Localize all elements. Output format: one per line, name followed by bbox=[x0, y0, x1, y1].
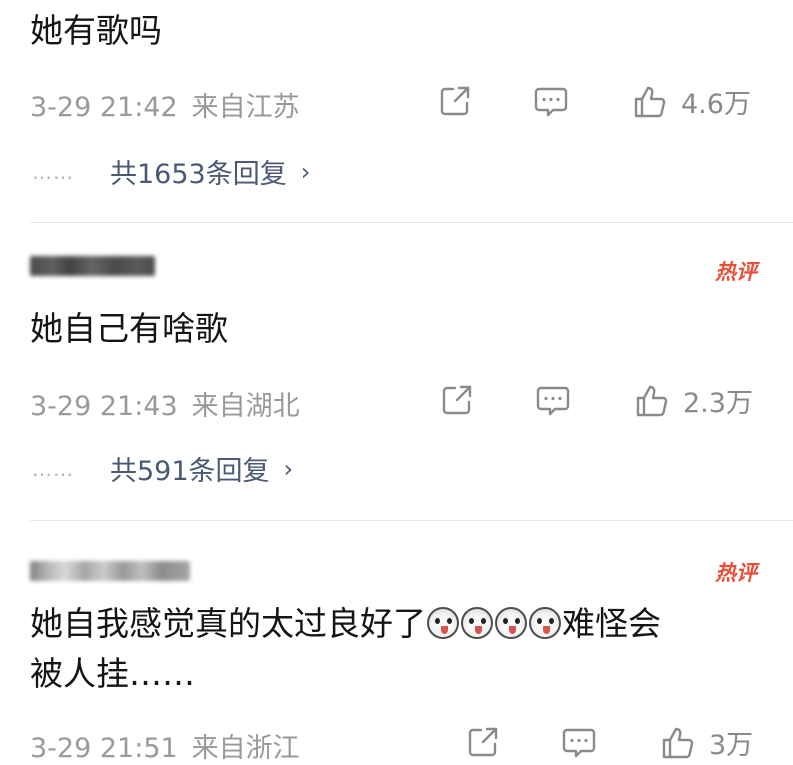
thumbs-up-icon bbox=[636, 385, 668, 416]
comment-date: 3-29 21:51 bbox=[30, 733, 178, 764]
view-replies-link[interactable]: …… 共1653条回复 › bbox=[32, 152, 310, 191]
share-icon bbox=[440, 86, 470, 116]
username-blurred bbox=[30, 256, 155, 276]
share-button[interactable] bbox=[438, 84, 472, 118]
comment-location: 来自浙江 bbox=[191, 733, 300, 764]
comment-text-line1-tail: 难怪会 bbox=[562, 604, 661, 643]
comment-date: 3-29 21:42 bbox=[30, 92, 178, 123]
reply-dots: …… bbox=[32, 159, 74, 184]
thumbs-up-icon bbox=[662, 727, 694, 758]
comment-button[interactable] bbox=[561, 725, 597, 761]
hot-comment-badge: 热评 bbox=[715, 246, 769, 286]
comment-icon bbox=[562, 728, 596, 758]
comment-meta: 3-29 21:43 来自湖北 bbox=[30, 384, 300, 423]
comment-button[interactable] bbox=[533, 84, 569, 120]
chevron-right-icon: › bbox=[300, 157, 311, 186]
thumbs-up-icon bbox=[634, 86, 666, 117]
husky-emoji-icon bbox=[427, 607, 459, 639]
comment-text: 她自我感觉真的太过良好了 难怪会 bbox=[30, 601, 661, 647]
husky-emoji-icon bbox=[529, 607, 561, 639]
like-count: 2.3万 bbox=[683, 388, 753, 419]
comment-location: 来自湖北 bbox=[191, 391, 300, 422]
husky-emoji-icon bbox=[495, 607, 527, 639]
comment-text-line1: 她自我感觉真的太过良好了 bbox=[30, 604, 426, 643]
comment-meta: 3-29 21:51 来自浙江 bbox=[30, 726, 300, 765]
view-replies-link[interactable]: …… 共591条回复 › bbox=[32, 449, 293, 488]
like-count: 4.6万 bbox=[681, 89, 751, 120]
reply-count-text: 共1653条回复 bbox=[110, 159, 287, 190]
like-count: 3万 bbox=[709, 730, 754, 761]
chevron-right-icon: › bbox=[283, 454, 294, 483]
share-button[interactable] bbox=[440, 383, 474, 417]
comment-icon bbox=[536, 386, 570, 416]
like-button[interactable]: 4.6万 bbox=[633, 82, 751, 121]
reply-dots: …… bbox=[32, 456, 74, 481]
comment-text-line2: 被人挂…… bbox=[30, 654, 195, 693]
comment-meta: 3-29 21:42 来自江苏 bbox=[30, 85, 300, 124]
reply-count-text: 共591条回复 bbox=[110, 456, 270, 487]
like-button[interactable]: 3万 bbox=[661, 723, 753, 762]
share-icon bbox=[442, 385, 472, 415]
comment-text: 她自己有啥歌 bbox=[30, 309, 228, 348]
comment-item: 她有歌吗 3-29 21:42 来自江苏 4.6万 …… 共1653条回复 › bbox=[0, 0, 793, 222]
username-blurred bbox=[30, 561, 190, 581]
share-icon bbox=[468, 727, 498, 757]
like-button[interactable]: 2.3万 bbox=[635, 381, 753, 420]
husky-emoji-icon bbox=[461, 607, 493, 639]
share-button[interactable] bbox=[466, 725, 500, 759]
comment-text: 她有歌吗 bbox=[30, 11, 162, 50]
comment-location: 来自江苏 bbox=[191, 92, 300, 123]
comment-button[interactable] bbox=[535, 383, 571, 419]
comment-item: 热评 她自我感觉真的太过良好了 难怪会 被人挂…… 3-29 21:51 来自浙江 … bbox=[0, 521, 793, 764]
comment-item: 热评 她自己有啥歌 3-29 21:43 来自湖北 2.3万 …… 共591条回复… bbox=[0, 223, 793, 520]
comment-icon bbox=[534, 87, 568, 117]
hot-comment-badge: 热评 bbox=[715, 547, 769, 587]
comment-date: 3-29 21:43 bbox=[30, 391, 178, 422]
